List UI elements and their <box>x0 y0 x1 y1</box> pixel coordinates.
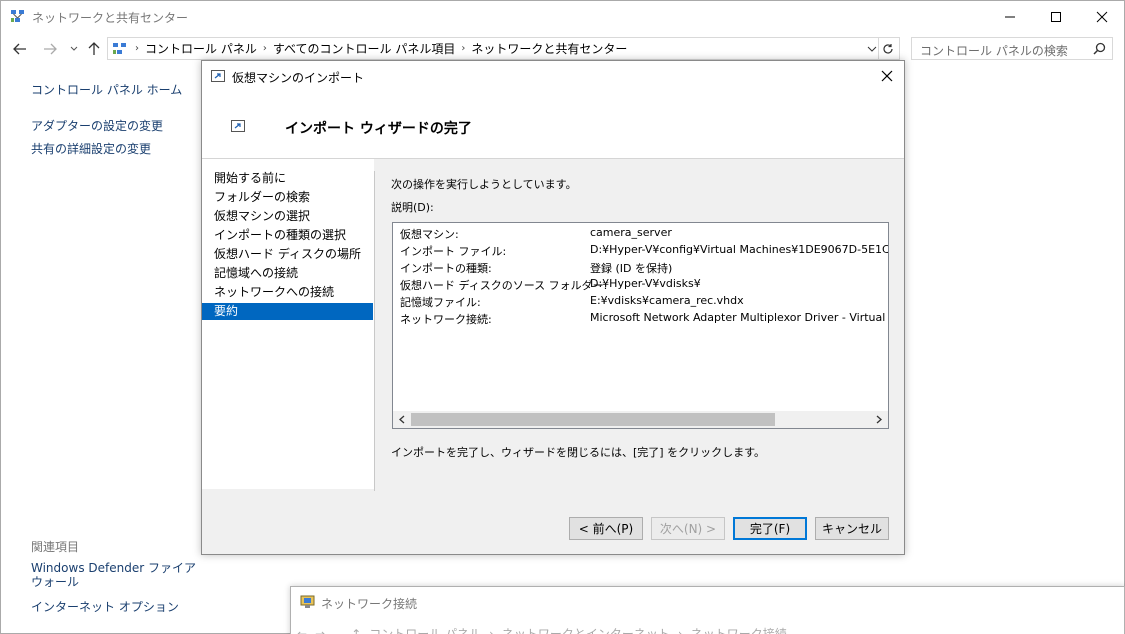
up-arrow-icon <box>88 42 100 55</box>
scroll-left-button[interactable] <box>395 413 409 426</box>
search-placeholder: コントロール パネルの検索 <box>920 44 1068 58</box>
advanced-sharing-settings-link[interactable]: 共有の詳細設定の変更 <box>31 140 151 157</box>
network-connections-window[interactable]: ネットワーク接続 ← → ⌄ ↑ コントロール パネル › ネットワークとインタ… <box>290 586 1125 634</box>
related-items: Windows Defender ファイアウォール インターネット オプション <box>31 561 201 615</box>
next-button[interactable]: 次へ(N) > <box>651 517 725 540</box>
search-input[interactable]: コントロール パネルの検索 <box>911 37 1113 60</box>
address-row: › コントロール パネル › すべてのコントロール パネル項目 › ネットワーク… <box>1 37 1124 61</box>
step-locate-folder[interactable]: フォルダーの検索 <box>202 189 373 206</box>
chevron-right-icon: › <box>489 626 494 634</box>
control-panel-home-link[interactable]: コントロール パネル ホーム <box>31 81 182 98</box>
finish-button[interactable]: 完了(F) <box>733 517 807 540</box>
back-arrow-icon: ← <box>297 626 308 634</box>
wizard-steps: 開始する前に フォルダーの検索 仮想マシンの選択 インポートの種類の選択 仮想ハ… <box>202 159 374 489</box>
firewall-link[interactable]: Windows Defender ファイアウォール <box>31 561 201 589</box>
control-panel-icon <box>113 42 126 54</box>
maximize-icon <box>1051 11 1061 22</box>
dialog-title-bar: 仮想マシンのインポート <box>202 61 904 91</box>
breadcrumb-all-items[interactable]: すべてのコントロール パネル項目 <box>267 40 462 57</box>
summary-key: インポート ファイル: <box>400 245 507 258</box>
scroll-right-button[interactable] <box>872 413 886 426</box>
step-summary[interactable]: 要約 <box>202 303 373 320</box>
step-connect-storage[interactable]: 記憶域への接続 <box>202 265 373 282</box>
chevron-left-icon <box>399 415 405 424</box>
search-icon <box>1093 42 1106 55</box>
chevron-right-icon: › <box>677 626 683 634</box>
divider <box>374 179 375 491</box>
import-vm-dialog: 仮想マシンのインポート インポート ウィザードの完了 開始する前に フォルダーの… <box>201 60 905 555</box>
horizontal-scrollbar[interactable] <box>393 411 888 428</box>
breadcrumb-control-panel[interactable]: コントロール パネル <box>369 625 481 634</box>
description-label: 説明(D): <box>391 201 434 214</box>
scrollbar-thumb[interactable] <box>411 413 775 426</box>
dialog-title: 仮想マシンのインポート <box>232 71 365 85</box>
address-bar[interactable]: ← → ⌄ ↑ コントロール パネル › ネットワークとインターネット › ネッ… <box>297 625 795 634</box>
close-icon <box>881 70 893 82</box>
cancel-button[interactable]: キャンセル <box>815 517 889 540</box>
summary-key: インポートの種類: <box>400 262 492 275</box>
step-select-vm[interactable]: 仮想マシンの選択 <box>202 208 373 225</box>
summary-value: 登録 (ID を保持) <box>590 262 673 275</box>
close-button[interactable] <box>1079 1 1125 32</box>
back-button[interactable] <box>11 40 29 58</box>
step-import-type[interactable]: インポートの種類の選択 <box>202 227 373 244</box>
up-button[interactable] <box>85 40 103 58</box>
step-connect-network[interactable]: ネットワークへの接続 <box>202 284 373 301</box>
internet-options-link[interactable]: インターネット オプション <box>31 598 201 615</box>
summary-key: 仮想マシン: <box>400 228 459 241</box>
summary-value: Microsoft Network Adapter Multiplexor Dr… <box>590 311 888 324</box>
step-before-you-begin[interactable]: 開始する前に <box>202 170 373 187</box>
back-arrow-icon <box>13 43 26 55</box>
related-items-heading: 関連項目 <box>31 540 80 554</box>
breadcrumb-network-internet[interactable]: ネットワークとインターネット <box>502 625 670 634</box>
summary-value: D:¥Hyper-V¥vdisks¥ <box>590 277 701 290</box>
import-wizard-icon <box>231 120 245 132</box>
summary-value: E:¥vdisks¥camera_rec.vhdx <box>590 294 744 307</box>
finish-instruction-text: インポートを完了し、ウィザードを閉じるには、[完了] をクリックします。 <box>391 446 765 459</box>
minimize-button[interactable] <box>987 1 1033 32</box>
network-connections-icon <box>300 595 315 608</box>
title-bar: ネットワークと共有センター <box>1 1 1124 32</box>
chevron-down-icon <box>70 46 78 51</box>
address-dropdown-button[interactable] <box>867 42 877 56</box>
address-bar[interactable]: › コントロール パネル › すべてのコントロール パネル項目 › ネットワーク… <box>107 37 900 60</box>
forward-arrow-icon: → <box>315 626 326 634</box>
network-center-icon <box>11 10 24 22</box>
intro-text: 次の操作を実行しようとしています。 <box>391 178 577 191</box>
forward-button[interactable] <box>41 40 59 58</box>
forward-arrow-icon <box>44 43 57 55</box>
import-wizard-icon <box>211 70 225 82</box>
back-button[interactable]: < 前へ(P) <box>569 517 643 540</box>
minimize-icon <box>1005 16 1015 17</box>
window-title: ネットワーク接続 <box>321 597 418 611</box>
wizard-page-title: インポート ウィザードの完了 <box>285 121 472 137</box>
wizard-header: インポート ウィザードの完了 <box>202 91 904 159</box>
summary-value: D:¥Hyper-V¥config¥Virtual Machines¥1DE90… <box>590 243 889 256</box>
maximize-button[interactable] <box>1033 1 1079 32</box>
dialog-close-button[interactable] <box>878 67 896 85</box>
breadcrumb-network-center[interactable]: ネットワークと共有センター <box>465 40 633 57</box>
up-arrow-icon: ↑ <box>351 626 362 634</box>
recent-locations-button[interactable] <box>65 40 83 58</box>
chevron-down-icon <box>867 46 877 52</box>
summary-key: 記憶域ファイル: <box>400 296 481 309</box>
refresh-button[interactable] <box>878 38 897 59</box>
summary-value: camera_server <box>590 226 672 239</box>
summary-key: 仮想ハード ディスクのソース フォルダー: <box>400 279 608 292</box>
breadcrumb-control-panel[interactable]: コントロール パネル <box>139 40 263 57</box>
step-vhd-location[interactable]: 仮想ハード ディスクの場所 <box>202 246 373 263</box>
summary-description-box[interactable]: 仮想マシン: camera_server インポート ファイル: D:¥Hype… <box>392 222 889 429</box>
change-adapter-settings-link[interactable]: アダプターの設定の変更 <box>31 117 163 134</box>
breadcrumb-network-connections[interactable]: ネットワーク接続 <box>691 625 787 634</box>
close-icon <box>1096 11 1108 22</box>
chevron-right-icon <box>876 415 882 424</box>
refresh-icon <box>883 43 893 54</box>
chevron-down-icon: ⌄ <box>333 626 344 634</box>
summary-key: ネットワーク接続: <box>400 313 492 326</box>
window-title: ネットワークと共有センター <box>32 11 189 25</box>
